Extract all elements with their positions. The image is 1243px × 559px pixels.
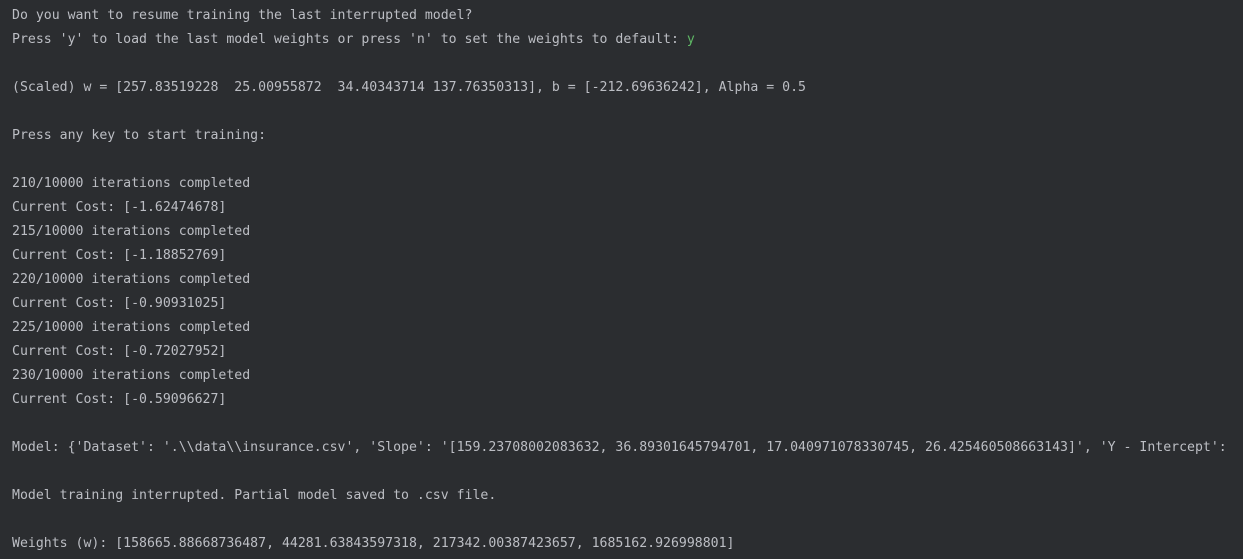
- scaled-params-line: (Scaled) w = [257.83519228 25.00955872 3…: [12, 80, 806, 95]
- log-line: Current Cost: [-1.62474678]: [12, 200, 227, 215]
- press-any-key-prompt: Press any key to start training:: [12, 128, 267, 143]
- user-answer: y: [686, 32, 695, 47]
- log-line: 225/10000 iterations completed: [12, 320, 251, 335]
- load-weights-prompt: Press 'y' to load the last model weights…: [12, 28, 1243, 52]
- log-line: Current Cost: [-0.90931025]: [12, 296, 227, 311]
- log-line: Current Cost: [-0.72027952]: [12, 344, 227, 359]
- load-weights-prompt-text: Press 'y' to load the last model weights…: [12, 32, 687, 47]
- log-line: Current Cost: [-0.59096627]: [12, 392, 227, 407]
- weights-line: Weights (w): [158665.88668736487, 44281.…: [12, 536, 735, 551]
- console-output[interactable]: Do you want to resume training the last …: [0, 0, 1243, 559]
- log-line: 215/10000 iterations completed: [12, 224, 251, 239]
- log-line: 230/10000 iterations completed: [12, 368, 251, 383]
- log-line: 220/10000 iterations completed: [12, 272, 251, 287]
- resume-prompt: Do you want to resume training the last …: [12, 8, 473, 23]
- log-line: 210/10000 iterations completed: [12, 176, 251, 191]
- interrupted-message: Model training interrupted. Partial mode…: [12, 488, 497, 503]
- log-line: Current Cost: [-1.18852769]: [12, 248, 227, 263]
- model-summary-line: Model: {'Dataset': '.\\data\\insurance.c…: [12, 440, 1227, 455]
